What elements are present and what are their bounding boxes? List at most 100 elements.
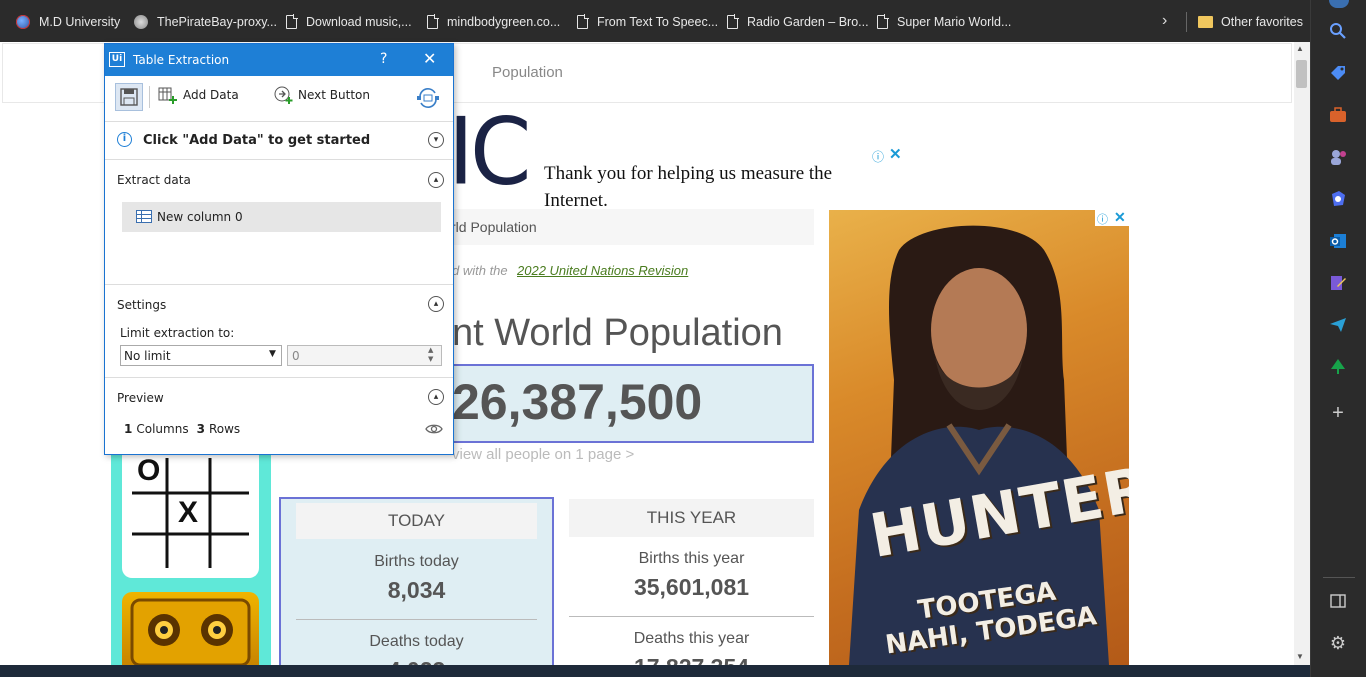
- column-item[interactable]: New column 0: [122, 202, 441, 232]
- divider: [105, 377, 453, 378]
- bookmark-piratebay[interactable]: ThePirateBay-proxy...: [134, 12, 277, 32]
- save-icon: [120, 88, 138, 106]
- bookmark-radio-garden[interactable]: Radio Garden – Bro...: [727, 12, 869, 32]
- view-all-link[interactable]: view all people on 1 page >: [452, 446, 634, 463]
- dialog-toolbar: Add Data Next Button: [105, 77, 453, 122]
- scroll-down-arrow-icon[interactable]: ▼: [1296, 652, 1304, 661]
- bookmark-label: Download music,...: [306, 15, 412, 29]
- add-icon[interactable]: +: [1327, 402, 1349, 424]
- other-favorites-label: Other favorites: [1221, 15, 1303, 29]
- bookmark-super-mario[interactable]: Super Mario World...: [877, 12, 1011, 32]
- eye-icon[interactable]: [425, 421, 443, 440]
- today-title: TODAY: [388, 511, 445, 530]
- nav-population-link[interactable]: Population: [492, 64, 563, 81]
- globe-icon: [16, 15, 30, 29]
- extract-data-header: Extract data: [117, 173, 191, 187]
- refresh-icon[interactable]: [416, 87, 440, 113]
- ad-logo: IC: [448, 97, 531, 206]
- page-scrollbar[interactable]: [1294, 42, 1310, 665]
- columns-label: Columns: [136, 422, 189, 436]
- limit-number-value: 0: [292, 349, 300, 363]
- document-icon: [286, 14, 298, 29]
- bookmark-md-university[interactable]: M.D University: [16, 12, 120, 32]
- search-icon[interactable]: [1327, 20, 1349, 42]
- rows-label: Rows: [208, 422, 241, 436]
- births-year-value: 35,601,081: [633, 574, 750, 600]
- ad-info-icon[interactable]: ⓘ: [1097, 211, 1108, 227]
- next-button-selector[interactable]: Next Button: [273, 85, 370, 105]
- page-heading: nt World Population: [452, 312, 783, 354]
- tictactoe-app-icon[interactable]: O X: [122, 438, 259, 578]
- limit-label: Limit extraction to:: [120, 326, 235, 340]
- limit-number-input[interactable]: 0 ▲ ▼: [287, 345, 442, 366]
- revision-link[interactable]: 2022 United Nations Revision: [517, 263, 688, 278]
- ad-close-icon[interactable]: ✕: [1114, 210, 1126, 226]
- scrollbar-thumb[interactable]: [1296, 60, 1307, 88]
- divider: [149, 86, 150, 108]
- chevron-right-icon[interactable]: ›: [1162, 12, 1167, 30]
- ad-info-icon[interactable]: ⓘ: [872, 148, 884, 165]
- document-icon: [427, 14, 439, 29]
- deaths-year-label: Deaths this year: [633, 630, 750, 647]
- temple-run-app-icon[interactable]: [122, 592, 259, 665]
- info-icon: i: [117, 132, 132, 147]
- ad-close-icon[interactable]: ✕: [889, 145, 902, 163]
- movie-poster-ad[interactable]: HUNTER TOOTEGA NAHI, TODEGA ⓘ ✕: [829, 210, 1129, 665]
- deaths-year-value: 17,827,354: [569, 654, 814, 665]
- search-text: rld Population: [451, 219, 537, 235]
- today-box: TODAY Births today 8,034 Deaths today 4,…: [279, 497, 554, 665]
- chevron-up-icon[interactable]: ▴: [428, 172, 444, 188]
- settings-gear-icon[interactable]: ⚙: [1327, 632, 1349, 654]
- next-button-icon: [274, 86, 293, 104]
- divider: [105, 159, 453, 160]
- rows-count: 3: [196, 422, 205, 436]
- bookmark-label: ThePirateBay-proxy...: [157, 15, 277, 29]
- tree-icon[interactable]: [1327, 356, 1349, 378]
- chevron-down-icon[interactable]: ▾: [428, 132, 444, 148]
- limit-select[interactable]: No limit ▼: [120, 345, 282, 366]
- stepper-arrows-icon[interactable]: ▲ ▼: [428, 346, 433, 364]
- chevron-up-icon[interactable]: ▴: [428, 389, 444, 405]
- add-data-button[interactable]: Add Data: [157, 85, 239, 105]
- tools-icon[interactable]: [1327, 104, 1349, 126]
- shopping-tag-icon[interactable]: [1327, 62, 1349, 84]
- population-counter: 26,387,500: [452, 374, 703, 430]
- taskbar: [0, 665, 1310, 677]
- next-button-label: Next Button: [298, 88, 370, 102]
- divider: [296, 619, 537, 620]
- info-message: Click "Add Data" to get started: [143, 133, 371, 148]
- notes-icon[interactable]: [1327, 272, 1349, 294]
- births-today-value: 8,034: [387, 577, 446, 603]
- bookmark-download-music[interactable]: Download music,...: [286, 12, 412, 32]
- profile-icon[interactable]: [1329, 0, 1349, 8]
- ad-text: Thank you for helping us measure the Int…: [544, 163, 833, 211]
- save-button[interactable]: [115, 83, 143, 111]
- bookmark-text-to-speech[interactable]: From Text To Speec...: [577, 12, 718, 32]
- bookmark-mindbodygreen[interactable]: mindbodygreen.co...: [427, 12, 560, 32]
- dialog-title-bar[interactable]: Ui Table Extraction ? ✕: [105, 44, 453, 76]
- divider: [1323, 577, 1355, 578]
- send-icon[interactable]: [1327, 314, 1349, 336]
- preview-summary: 1 Columns 3 Rows: [124, 422, 240, 436]
- sidebar-panel-icon[interactable]: [1327, 590, 1349, 612]
- copilot-icon[interactable]: [1327, 188, 1349, 210]
- help-button[interactable]: ?: [380, 51, 387, 67]
- births-today-label: Births today: [374, 553, 459, 570]
- chevron-up-icon[interactable]: ▴: [428, 296, 444, 312]
- other-favorites[interactable]: Other favorites: [1198, 12, 1303, 32]
- this-year-title: THIS YEAR: [646, 508, 737, 527]
- add-data-icon: [158, 87, 177, 104]
- table-column-icon: [136, 210, 152, 223]
- games-icon[interactable]: [1327, 146, 1349, 168]
- outlook-icon[interactable]: [1327, 230, 1349, 252]
- divider: [105, 284, 453, 285]
- bookmark-label: M.D University: [39, 15, 121, 29]
- bookmark-label: mindbodygreen.co...: [447, 15, 561, 29]
- deaths-today-value: 4,023: [281, 657, 552, 665]
- close-icon[interactable]: ✕: [423, 49, 436, 68]
- settings-header: Settings: [117, 298, 167, 312]
- divider: [569, 616, 814, 617]
- births-year-label: Births this year: [638, 550, 745, 567]
- scroll-up-arrow-icon[interactable]: ▲: [1296, 44, 1304, 53]
- chevron-down-icon: ▼: [269, 349, 276, 359]
